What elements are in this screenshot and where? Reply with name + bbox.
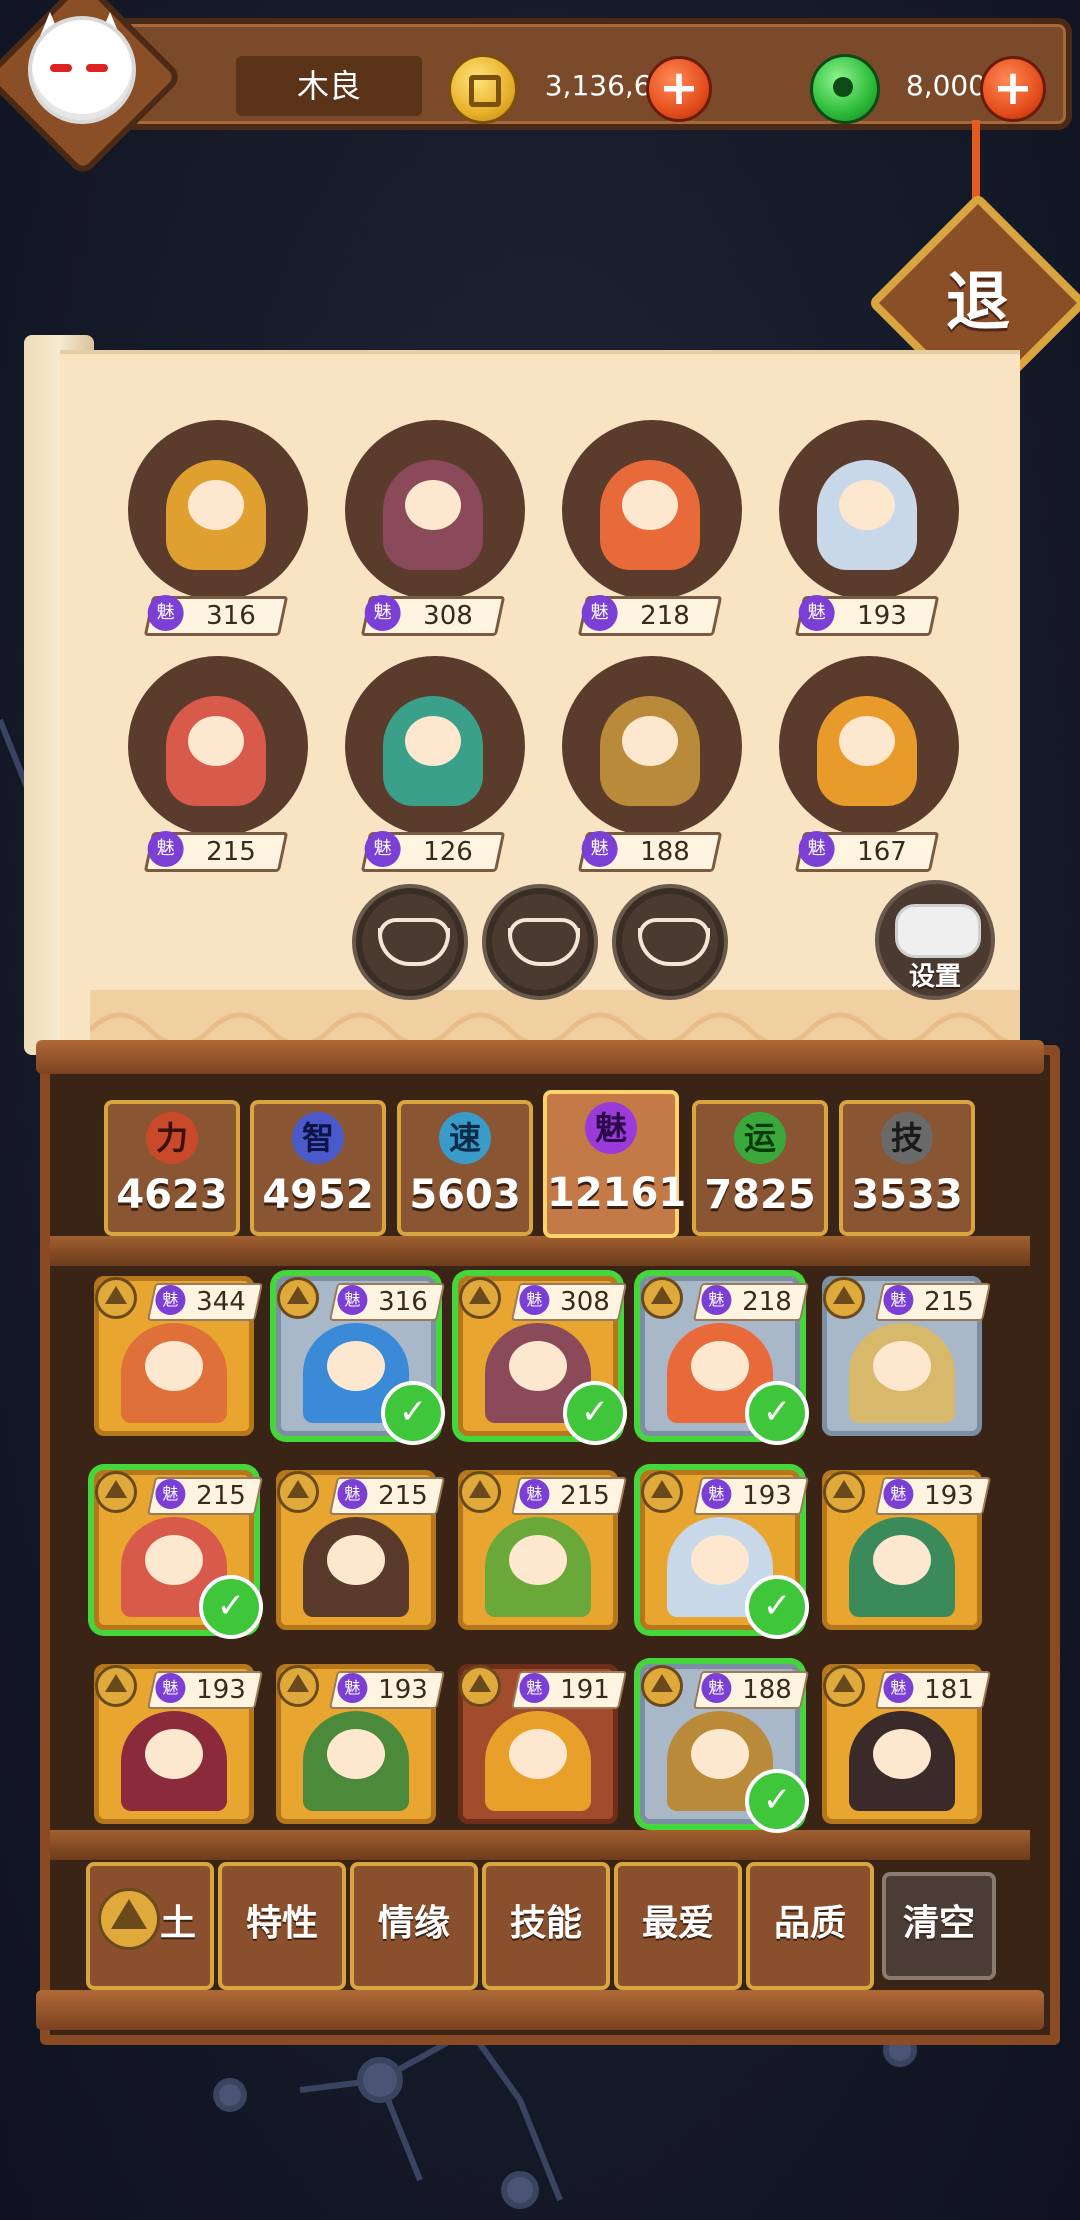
- earth-element-icon: [641, 1471, 683, 1513]
- stat-intelligence[interactable]: 智 4952: [250, 1100, 386, 1236]
- selected-check-icon: ✓: [381, 1381, 445, 1445]
- filter-bond-button[interactable]: 情缘: [350, 1862, 478, 1990]
- charm-badge: 魅 193: [874, 1477, 992, 1515]
- hero-card[interactable]: 魅 215 ✓: [94, 1470, 264, 1639]
- earth-element-icon: [95, 1277, 137, 1319]
- shelf-base-plank: [36, 1990, 1044, 2030]
- featured-hero[interactable]: 魅 167: [769, 656, 969, 872]
- hero-card[interactable]: 魅 193 ✓: [640, 1470, 810, 1639]
- hero-card[interactable]: 魅 181: [822, 1664, 992, 1824]
- charm-badge: 魅 215: [510, 1477, 628, 1515]
- charm-badge: 魅 308: [510, 1283, 628, 1321]
- selected-check-icon: ✓: [745, 1575, 809, 1639]
- add-jade-button[interactable]: +: [980, 56, 1046, 122]
- charm-badge: 魅 215: [143, 831, 289, 872]
- charm-badge: 魅 316: [328, 1283, 446, 1321]
- resource-bar: 木良 3,136,697 + 8,000 +: [70, 18, 1072, 130]
- fox-mask-avatar-icon[interactable]: [0, 0, 160, 150]
- earth-element-icon: [823, 1665, 865, 1707]
- earth-element-icon: [823, 1471, 865, 1513]
- empty-slot-bowl-icon[interactable]: [352, 884, 468, 1000]
- filter-trait-button[interactable]: 特性: [218, 1862, 346, 1990]
- filter-skill-button[interactable]: 技能: [482, 1862, 610, 1990]
- charm-badge: 魅 344: [146, 1283, 264, 1321]
- charm-badge: 魅 193: [692, 1477, 810, 1515]
- featured-hero[interactable]: 魅 316: [118, 420, 318, 636]
- featured-hero[interactable]: 魅 218: [552, 420, 752, 636]
- gamepad-icon: [895, 904, 981, 958]
- earth-element-icon: [459, 1665, 501, 1707]
- charm-badge: 魅 188: [577, 831, 723, 872]
- shelf-bottom-plank: [50, 1830, 1030, 1860]
- jade-icon: [810, 54, 880, 124]
- charm-badge: 魅 167: [794, 831, 940, 872]
- charm-badge: 魅 308: [360, 595, 506, 636]
- featured-hero[interactable]: 魅 188: [552, 656, 752, 872]
- empty-slot-bowl-icon[interactable]: [612, 884, 728, 1000]
- earth-element-icon: [641, 1277, 683, 1319]
- charm-badge: 魅 218: [692, 1283, 810, 1321]
- filter-earth-button[interactable]: 土: [86, 1862, 214, 1990]
- hero-card[interactable]: 魅 308 ✓: [458, 1276, 628, 1445]
- gold-coin-icon: [448, 54, 518, 124]
- stat-skill[interactable]: 技 3533: [839, 1100, 975, 1236]
- stat-luck[interactable]: 运 7825: [692, 1100, 828, 1236]
- settings-button[interactable]: 设置: [875, 880, 995, 1000]
- earth-element-icon: [641, 1665, 683, 1707]
- hero-card[interactable]: 魅 215: [458, 1470, 628, 1630]
- hero-card[interactable]: 魅 193: [276, 1664, 446, 1824]
- charm-badge: 魅 126: [360, 831, 506, 872]
- featured-hero[interactable]: 魅 308: [335, 420, 535, 636]
- selected-check-icon: ✓: [745, 1769, 809, 1833]
- stat-charm[interactable]: 魅 12161: [543, 1090, 686, 1238]
- empty-slot-bowl-icon[interactable]: [482, 884, 598, 1000]
- charm-badge: 魅 188: [692, 1671, 810, 1709]
- charm-badge: 魅 193: [146, 1671, 264, 1709]
- earth-element-icon: [823, 1277, 865, 1319]
- add-coins-button[interactable]: +: [646, 56, 712, 122]
- stat-speed[interactable]: 速 5603: [397, 1100, 533, 1236]
- earth-element-icon: [459, 1277, 501, 1319]
- scroll-wave-pattern: [90, 1012, 1009, 1040]
- filter-favorite-button[interactable]: 最爱: [614, 1862, 742, 1990]
- charm-badge: 魅 215: [328, 1477, 446, 1515]
- hero-card[interactable]: 魅 316 ✓: [276, 1276, 446, 1445]
- hero-card[interactable]: 魅 344: [94, 1276, 264, 1436]
- selected-check-icon: ✓: [563, 1381, 627, 1445]
- earth-element-icon: [277, 1471, 319, 1513]
- charm-badge: 魅 191: [510, 1671, 628, 1709]
- featured-hero[interactable]: 魅 215: [118, 656, 318, 872]
- hero-card[interactable]: 魅 191: [458, 1664, 628, 1824]
- charm-badge: 魅 193: [328, 1671, 446, 1709]
- charm-badge: 魅 316: [143, 595, 289, 636]
- shelf-top-plank: [36, 1040, 1044, 1074]
- earth-element-icon: [95, 1471, 137, 1513]
- featured-hero[interactable]: 魅 126: [335, 656, 535, 872]
- hero-card[interactable]: 魅 193: [822, 1470, 992, 1630]
- selected-check-icon: ✓: [199, 1575, 263, 1639]
- charm-badge: 魅 215: [874, 1283, 992, 1321]
- charm-badge: 魅 181: [874, 1671, 992, 1709]
- hero-card[interactable]: 魅 188 ✓: [640, 1664, 810, 1833]
- charm-badge: 魅 218: [577, 595, 723, 636]
- earth-element-icon: [459, 1471, 501, 1513]
- earth-element-icon: [277, 1665, 319, 1707]
- earth-element-icon: [98, 1888, 160, 1950]
- selected-check-icon: ✓: [745, 1381, 809, 1445]
- clear-filters-button[interactable]: 清空: [882, 1872, 996, 1980]
- filter-quality-button[interactable]: 品质: [746, 1862, 874, 1990]
- featured-hero[interactable]: 魅 193: [769, 420, 969, 636]
- shelf-mid-plank: [50, 1236, 1030, 1266]
- player-name: 木良: [236, 56, 422, 116]
- settings-label: 设置: [908, 962, 961, 992]
- hero-card[interactable]: 魅 215: [276, 1470, 446, 1630]
- earth-element-icon: [95, 1665, 137, 1707]
- hero-card[interactable]: 魅 215: [822, 1276, 992, 1436]
- earth-element-icon: [277, 1277, 319, 1319]
- charm-badge: 魅 193: [794, 595, 940, 636]
- hero-card[interactable]: 魅 193: [94, 1664, 264, 1824]
- stat-strength[interactable]: 力 4623: [104, 1100, 240, 1236]
- charm-badge: 魅 215: [146, 1477, 264, 1515]
- hero-card[interactable]: 魅 218 ✓: [640, 1276, 810, 1445]
